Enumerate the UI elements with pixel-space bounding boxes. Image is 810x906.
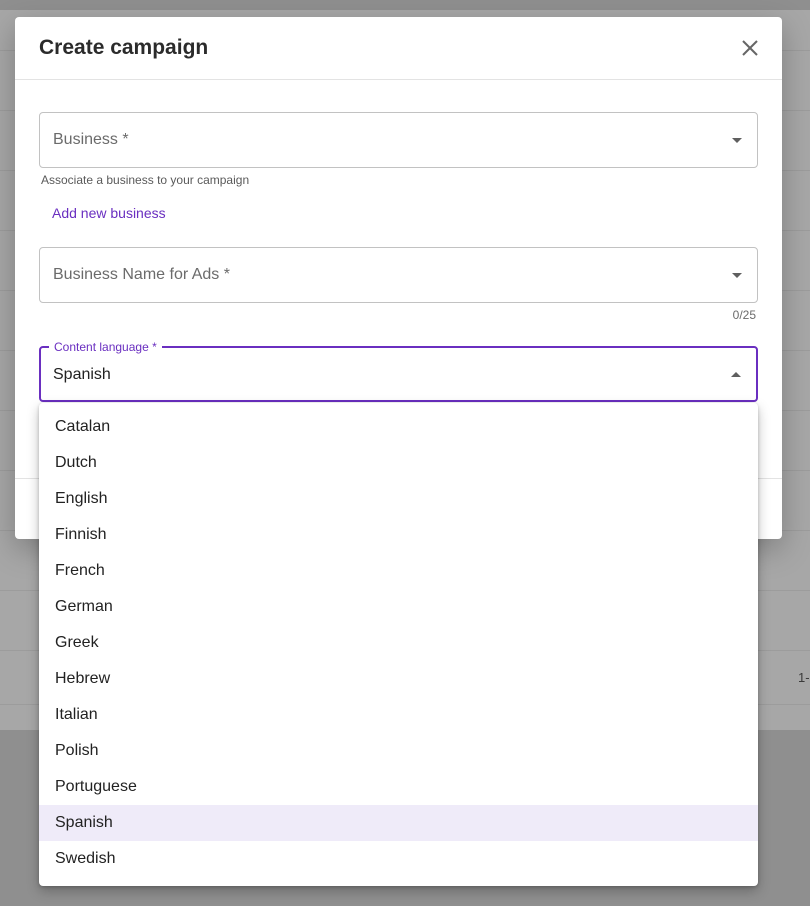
business-name-label: Business Name for Ads * bbox=[53, 266, 230, 283]
language-option-french[interactable]: French bbox=[39, 553, 758, 589]
language-option-german[interactable]: German bbox=[39, 589, 758, 625]
language-option-portuguese[interactable]: Portuguese bbox=[39, 769, 758, 805]
content-language-value: Spanish bbox=[53, 366, 111, 383]
language-option-spanish[interactable]: Spanish bbox=[39, 805, 758, 841]
content-language-select[interactable]: Content language * Spanish bbox=[39, 340, 758, 402]
character-counter: 0/25 bbox=[732, 308, 756, 322]
chevron-down-icon bbox=[732, 273, 742, 278]
language-option-hebrew[interactable]: Hebrew bbox=[39, 661, 758, 697]
language-option-polish[interactable]: Polish bbox=[39, 733, 758, 769]
chevron-down-icon bbox=[732, 138, 742, 143]
modal-header: Create campaign bbox=[15, 17, 782, 80]
business-helper-text: Associate a business to your campaign bbox=[41, 173, 250, 187]
language-option-swedish[interactable]: Swedish bbox=[39, 841, 758, 877]
language-option-italian[interactable]: Italian bbox=[39, 697, 758, 733]
modal-title: Create campaign bbox=[39, 36, 209, 59]
language-option-finnish[interactable]: Finnish bbox=[39, 517, 758, 553]
language-option-english[interactable]: English bbox=[39, 481, 758, 517]
language-option-greek[interactable]: Greek bbox=[39, 625, 758, 661]
language-dropdown-menu: Catalan Dutch English Finnish French Ger… bbox=[39, 403, 758, 886]
close-button[interactable] bbox=[740, 38, 760, 58]
chevron-up-icon bbox=[731, 372, 741, 377]
add-new-business-link[interactable]: Add new business bbox=[52, 205, 166, 221]
content-language-label: Content language * bbox=[49, 340, 162, 354]
close-icon bbox=[742, 40, 758, 56]
background-pagination-text: 1- bbox=[798, 670, 810, 685]
business-name-for-ads-select[interactable]: Business Name for Ads * bbox=[39, 247, 758, 303]
business-select-label: Business * bbox=[53, 131, 129, 148]
language-option-catalan[interactable]: Catalan bbox=[39, 409, 758, 445]
business-select[interactable]: Business * bbox=[39, 112, 758, 168]
language-option-dutch[interactable]: Dutch bbox=[39, 445, 758, 481]
